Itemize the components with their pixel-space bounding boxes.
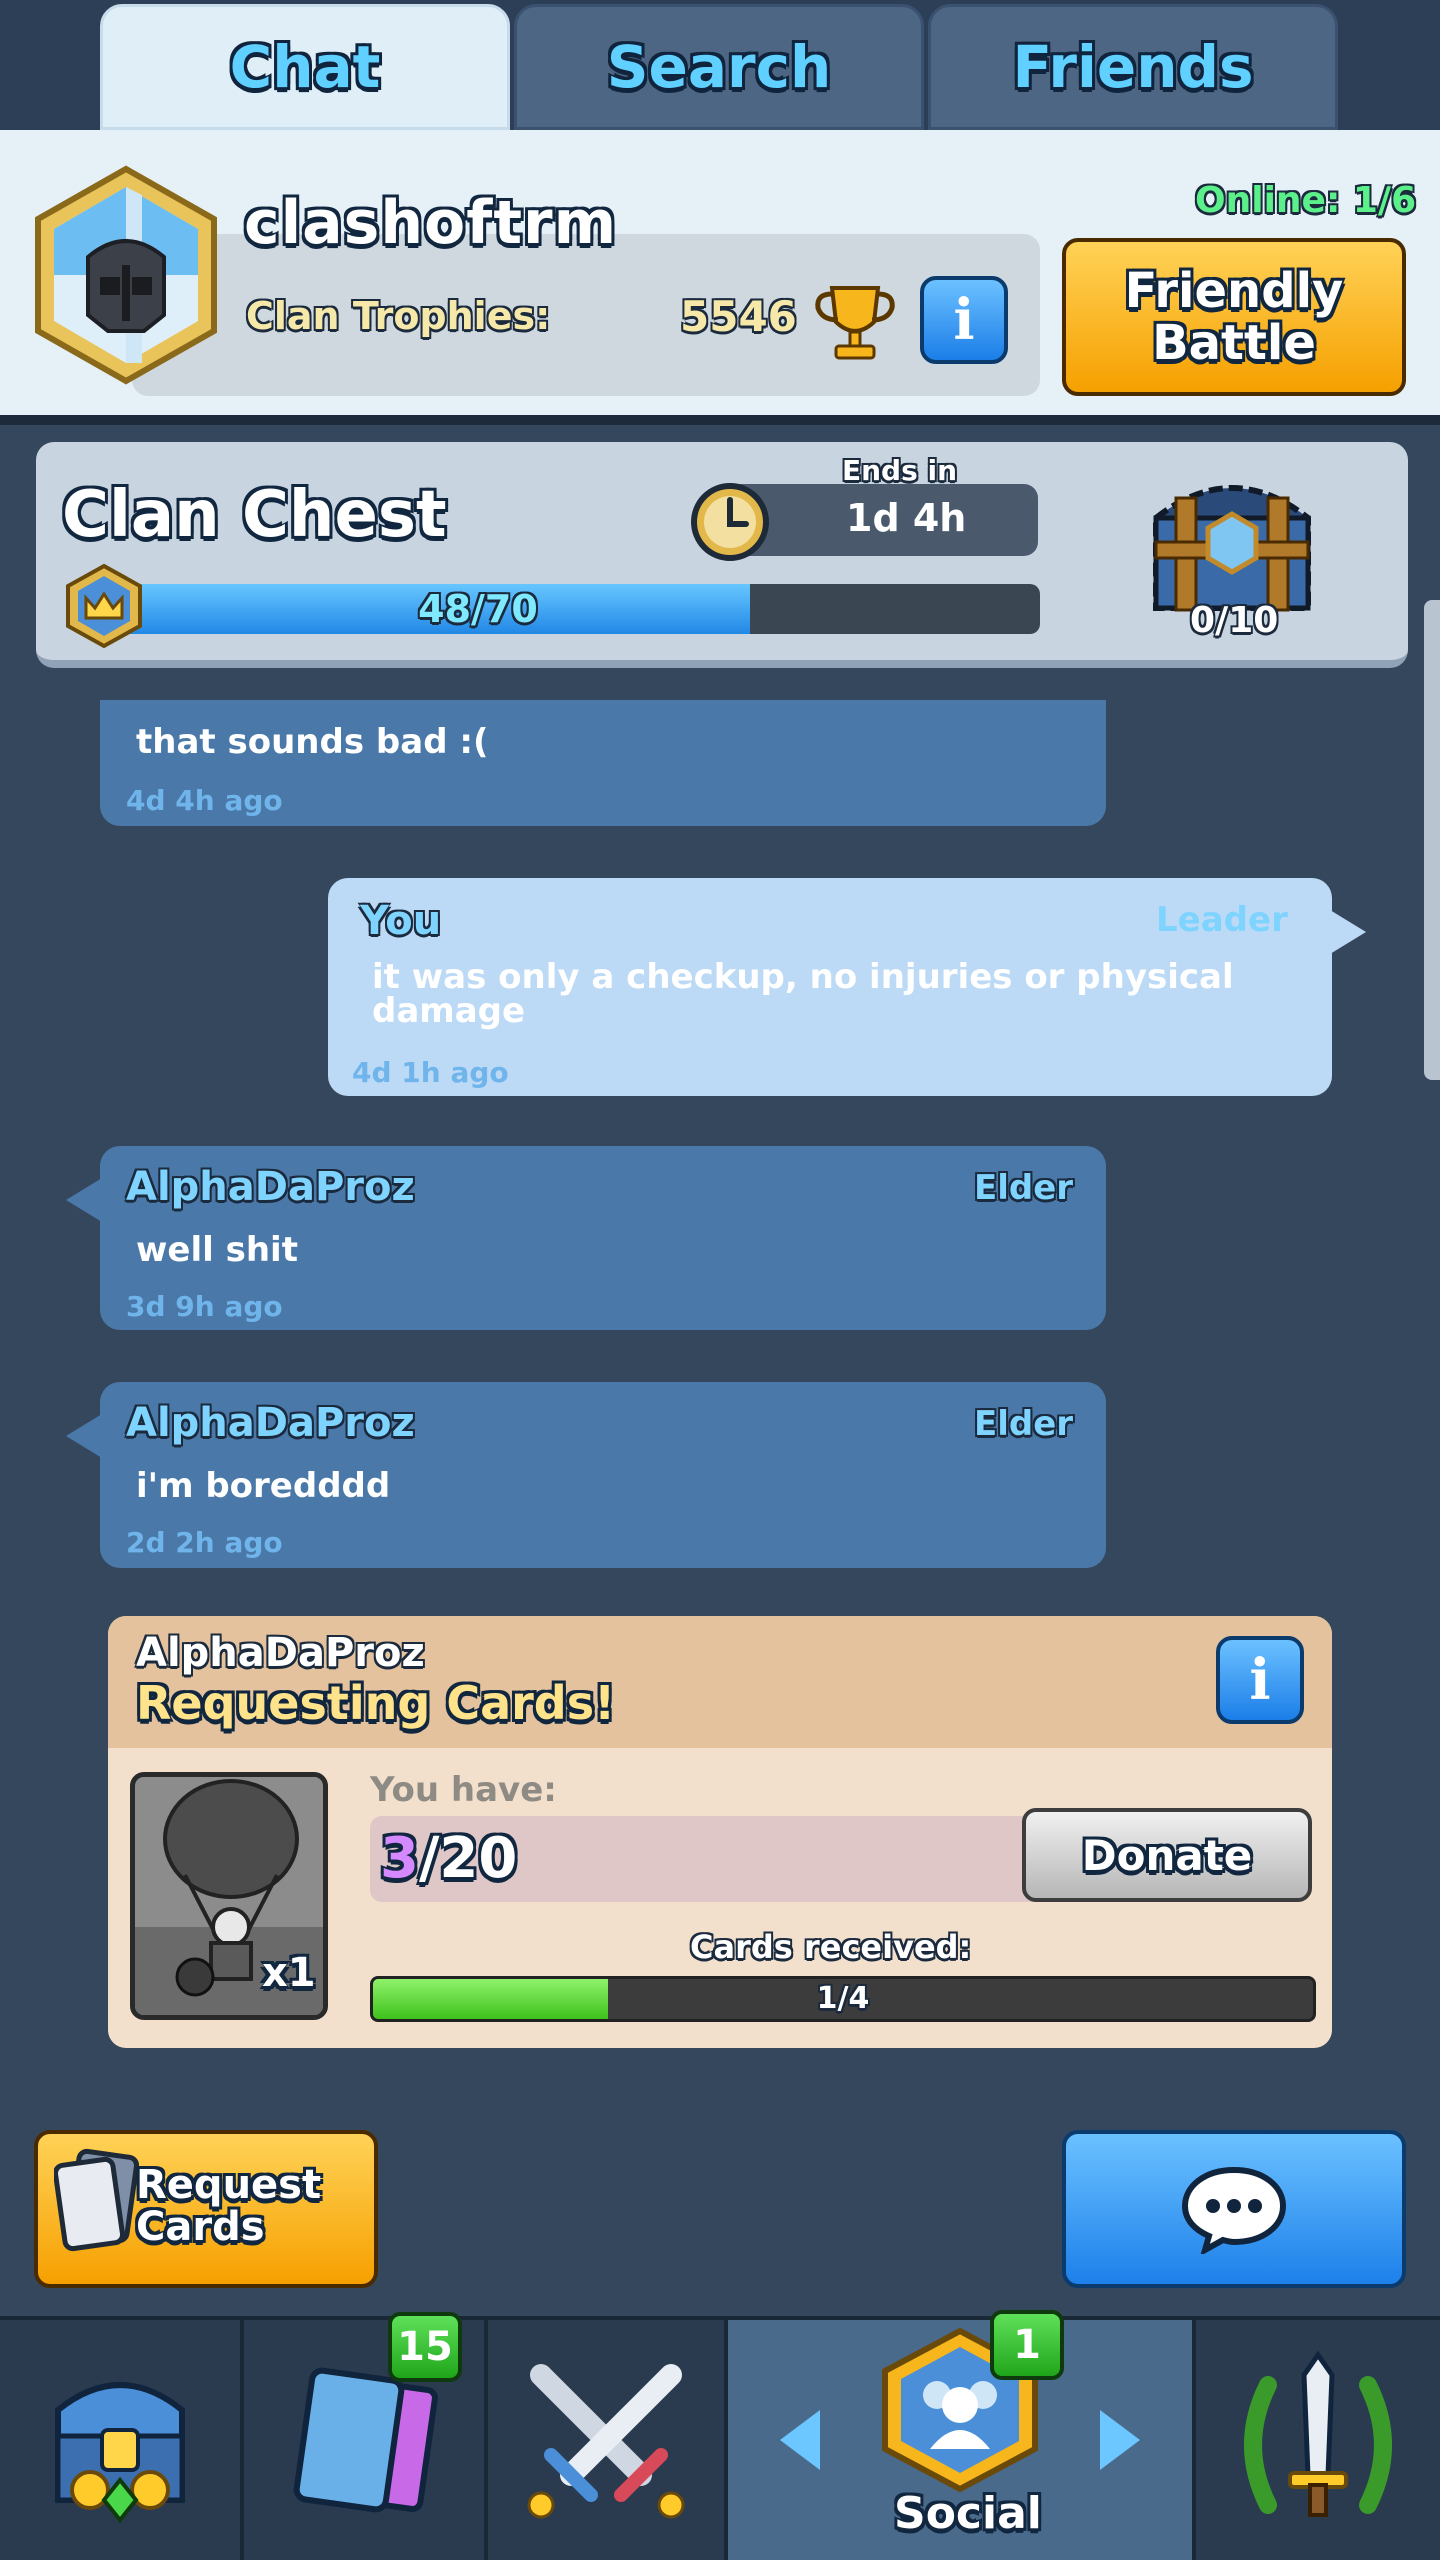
nav-tournaments[interactable] <box>1196 2320 1440 2560</box>
cards-received-text: 1/4 <box>816 1981 870 2016</box>
nav-shop[interactable] <box>0 2320 244 2560</box>
nav-next-arrow-icon[interactable] <box>1100 2410 1140 2470</box>
message-text: it was only a checkup, no injuries or ph… <box>372 957 1234 1031</box>
chat-bubble-icon <box>1181 2166 1287 2254</box>
message-role: Leader <box>1156 900 1288 940</box>
clock-icon <box>691 483 769 561</box>
clan-name: clashoftrm <box>244 188 618 258</box>
message-author[interactable]: AlphaDaProz <box>126 1164 415 1210</box>
clan-badge-icon[interactable] <box>32 165 220 385</box>
message-time: 2d 2h ago <box>126 1526 283 1559</box>
you-have-label: You have: <box>370 1770 557 1810</box>
ends-in-value: 1d 4h <box>846 496 967 540</box>
clan-chest-count: 0/10 <box>1190 600 1279 641</box>
open-chat-button[interactable] <box>1062 2130 1406 2288</box>
bubble-tail <box>66 1178 102 1222</box>
donate-button[interactable]: Donate <box>1022 1808 1312 1902</box>
crown-badge-icon <box>66 563 142 649</box>
nav-battle[interactable] <box>488 2320 728 2560</box>
card-request-info-button[interactable]: i <box>1216 1636 1304 1724</box>
request-cards-label: Request Cards <box>136 2162 322 2250</box>
message-text: i'm boredddd <box>136 1466 391 1506</box>
card-request-title: Requesting Cards! <box>136 1676 616 1730</box>
message-role: Elder <box>974 1404 1074 1444</box>
message-text: well shit <box>136 1230 298 1270</box>
message-time: 4d 1h ago <box>352 1056 509 1089</box>
shop-chest-icon <box>55 2382 185 2524</box>
message-text: that sounds bad :( <box>136 722 489 762</box>
cards-badge: 15 <box>388 2312 462 2382</box>
tournament-icon <box>1244 2350 1392 2517</box>
clan-trophies-label: Clan Trophies: <box>246 294 551 338</box>
friendly-battle-button[interactable]: Friendly Battle <box>1062 238 1406 396</box>
you-have-value: 3/20 <box>380 1826 518 1891</box>
clan-trophies-value: 5546 <box>680 292 797 341</box>
battle-swords-icon <box>527 2364 685 2519</box>
clan-chest-progress-text: 48/70 <box>418 587 538 631</box>
ends-in-label: Ends in <box>842 454 958 487</box>
tab-search[interactable]: Search <box>514 4 924 130</box>
cards-received-label: Cards received: <box>690 1928 972 1966</box>
bubble-tail <box>66 1414 102 1458</box>
message-role: Elder <box>974 1168 1074 1208</box>
bubble-tail <box>1330 910 1366 954</box>
card-quantity: x1 <box>262 1950 316 1996</box>
tab-friends[interactable]: Friends <box>928 4 1338 130</box>
clan-chest-title: Clan Chest <box>62 478 447 552</box>
social-badge: 1 <box>990 2310 1064 2380</box>
message-author: You <box>360 898 442 944</box>
trophy-icon <box>815 286 895 360</box>
nav-social-label: Social <box>894 2488 1042 2539</box>
clan-info-button[interactable]: i <box>920 276 1008 364</box>
nav-previous-arrow-icon[interactable] <box>780 2410 820 2470</box>
message-time: 3d 9h ago <box>126 1290 283 1323</box>
requester-name[interactable]: AlphaDaProz <box>136 1630 425 1676</box>
online-count: Online: 1/6 <box>1195 180 1417 221</box>
tab-chat[interactable]: Chat <box>100 4 510 130</box>
cards-stack-icon <box>54 2148 140 2252</box>
message-time: 4d 4h ago <box>126 784 283 817</box>
scrollbar[interactable] <box>1424 600 1440 1080</box>
header-divider <box>0 415 1440 425</box>
message-author[interactable]: AlphaDaProz <box>126 1400 415 1446</box>
